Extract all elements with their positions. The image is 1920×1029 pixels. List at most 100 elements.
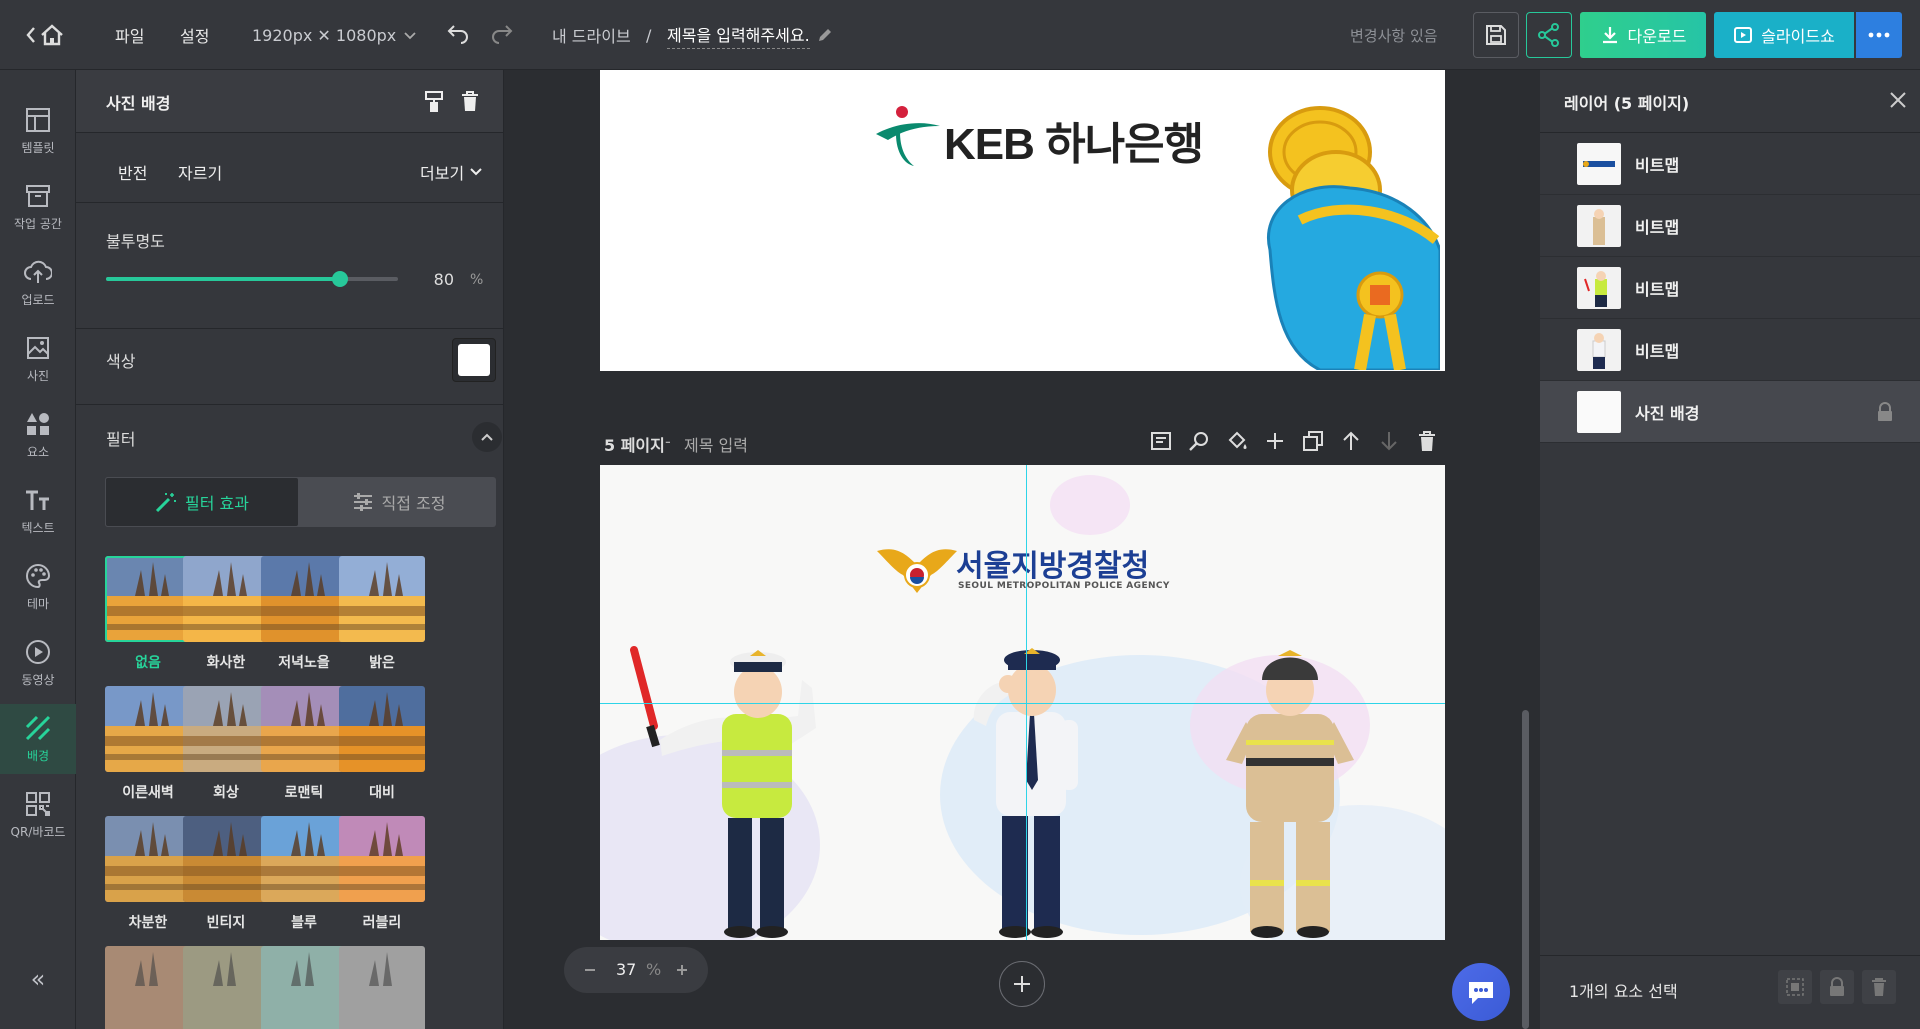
magic-tool-icon[interactable] bbox=[1188, 430, 1210, 452]
sidebar-item-text[interactable]: 텍스트 bbox=[0, 476, 76, 546]
play-icon bbox=[1734, 27, 1753, 43]
notes-icon[interactable] bbox=[1150, 430, 1172, 452]
lock-button[interactable] bbox=[1820, 970, 1854, 1004]
download-icon bbox=[1602, 27, 1617, 44]
share-icon bbox=[1538, 23, 1559, 47]
palette-icon bbox=[26, 563, 51, 588]
filter-option-thumbnail[interactable] bbox=[261, 686, 347, 772]
sidebar-item-qr[interactable]: QR/바코드 bbox=[0, 780, 76, 850]
filter-option-thumbnail[interactable] bbox=[183, 816, 269, 902]
layer-item-selected[interactable]: 사진 배경 bbox=[1540, 381, 1920, 443]
save-button[interactable] bbox=[1473, 12, 1519, 58]
sidebar-item-workspace[interactable]: 작업 공간 bbox=[0, 172, 76, 242]
lock-icon[interactable] bbox=[1876, 402, 1894, 422]
collapse-sidebar-button[interactable]: « bbox=[0, 965, 76, 993]
slideshow-button[interactable]: 슬라이드쇼 bbox=[1714, 12, 1854, 58]
redo-button[interactable] bbox=[490, 0, 514, 70]
move-up-icon[interactable] bbox=[1340, 430, 1362, 452]
more-options-button[interactable] bbox=[1856, 12, 1902, 58]
color-picker-button[interactable] bbox=[452, 338, 496, 382]
tab-filter-effect[interactable]: 필터 효과 bbox=[105, 477, 299, 527]
filter-option-thumbnail[interactable] bbox=[261, 556, 347, 642]
filter-option-thumbnail[interactable] bbox=[105, 946, 191, 1029]
undo-button[interactable] bbox=[446, 0, 470, 70]
filter-option-thumbnail[interactable] bbox=[105, 816, 191, 902]
chat-support-button[interactable] bbox=[1452, 963, 1510, 1021]
layer-item[interactable]: 비트맵 bbox=[1540, 257, 1920, 319]
paint-bucket-icon[interactable] bbox=[1226, 430, 1248, 452]
redo-icon bbox=[492, 25, 513, 44]
breadcrumb-drive[interactable]: 내 드라이브 bbox=[552, 0, 631, 70]
filter-option-thumbnail[interactable] bbox=[339, 946, 425, 1029]
duplicate-page-icon[interactable] bbox=[1302, 430, 1324, 452]
filter-option-thumbnail[interactable] bbox=[183, 556, 269, 642]
opacity-value[interactable]: 80 bbox=[416, 270, 454, 289]
layer-item[interactable]: 비트맵 bbox=[1540, 133, 1920, 195]
more-dots-icon bbox=[1868, 32, 1890, 38]
opacity-slider-thumb[interactable] bbox=[331, 271, 348, 287]
delete-layer-button[interactable] bbox=[1862, 970, 1896, 1004]
page-5-canvas[interactable]: 서울지방경찰청 SEOUL METROPOLITAN POLICE AGENCY bbox=[600, 465, 1445, 940]
sidebar-item-upload[interactable]: 업로드 bbox=[0, 248, 76, 318]
filter-option-thumbnail[interactable] bbox=[183, 946, 269, 1029]
page-size-select[interactable]: 1920px ✕ 1080px bbox=[252, 0, 418, 70]
delete-background-button[interactable] bbox=[460, 90, 480, 112]
crop-button[interactable]: 자르기 bbox=[178, 160, 222, 184]
sidebar-item-elements[interactable]: 요소 bbox=[0, 400, 76, 470]
traffic-officer-illustration bbox=[630, 646, 816, 938]
download-button[interactable]: 다운로드 bbox=[1580, 12, 1706, 58]
flip-button[interactable]: 반전 bbox=[118, 160, 147, 184]
home-button[interactable] bbox=[26, 0, 74, 70]
add-page-icon[interactable] bbox=[1264, 430, 1286, 452]
filter-option-thumbnail[interactable] bbox=[183, 686, 269, 772]
group-button[interactable] bbox=[1778, 970, 1812, 1004]
chat-bubble-icon bbox=[1469, 982, 1493, 1004]
settings-menu[interactable]: 설정 bbox=[180, 0, 209, 70]
page-4-canvas[interactable]: KEB 하나은행 bbox=[600, 70, 1445, 371]
sidebar-item-video[interactable]: 동영상 bbox=[0, 628, 76, 698]
download-label: 다운로드 bbox=[1627, 27, 1687, 46]
layer-thumbnail bbox=[1577, 391, 1621, 433]
zoom-out-button[interactable] bbox=[578, 958, 602, 982]
opacity-label: 불투명도 bbox=[106, 232, 165, 251]
zoom-in-button[interactable] bbox=[670, 958, 694, 982]
filter-option-thumbnail[interactable] bbox=[339, 556, 425, 642]
document-title[interactable]: 제목을 입력해주세요. bbox=[667, 0, 834, 70]
filter-collapse-button[interactable] bbox=[472, 422, 502, 452]
sidebar-label: 요소 bbox=[26, 444, 50, 459]
panel-title: 사진 배경 bbox=[106, 94, 171, 113]
layer-name: 비트맵 bbox=[1635, 217, 1680, 237]
layers-title: 레이어 (5 페이지) bbox=[1564, 94, 1690, 113]
layer-item[interactable]: 비트맵 bbox=[1540, 319, 1920, 381]
trash-icon bbox=[1872, 978, 1886, 996]
color-label: 색상 bbox=[106, 352, 136, 371]
delete-page-icon[interactable] bbox=[1416, 430, 1438, 452]
canvas-scrollbar[interactable] bbox=[1522, 710, 1529, 1029]
sidebar-label: 작업 공간 bbox=[14, 216, 62, 231]
background-settings-panel: 사진 배경 반전 자르기 더보기 불투명도 80 % 색상 필터 필터 효과 직… bbox=[76, 70, 504, 1029]
sidebar-item-background[interactable]: 배경 bbox=[0, 704, 76, 774]
more-button[interactable]: 더보기 bbox=[420, 160, 484, 184]
filter-option-thumbnail[interactable] bbox=[261, 816, 347, 902]
filter-option-thumbnail[interactable] bbox=[261, 946, 347, 1029]
sidebar-item-theme[interactable]: 테마 bbox=[0, 552, 76, 622]
file-menu[interactable]: 파일 bbox=[115, 0, 144, 70]
zoom-value[interactable]: 37 bbox=[616, 960, 636, 979]
opacity-slider-track[interactable] bbox=[106, 271, 398, 287]
sidebar-item-template[interactable]: 템플릿 bbox=[0, 96, 76, 166]
filter-option-thumbnail[interactable] bbox=[105, 556, 191, 642]
add-page-button[interactable] bbox=[999, 961, 1045, 1007]
tab-manual-adjust[interactable]: 직접 조정 bbox=[301, 477, 496, 527]
filter-option-thumbnail[interactable] bbox=[339, 686, 425, 772]
filter-option-thumbnail[interactable] bbox=[339, 816, 425, 902]
filter-option-thumbnail[interactable] bbox=[105, 686, 191, 772]
sidebar-item-photo[interactable]: 사진 bbox=[0, 324, 76, 394]
page-title-input[interactable]: 제목 입력 bbox=[684, 432, 748, 456]
layer-item[interactable]: 비트맵 bbox=[1540, 195, 1920, 257]
move-down-icon[interactable] bbox=[1378, 430, 1400, 452]
filter-option-label: 이른새벽 bbox=[122, 785, 174, 801]
paint-format-button[interactable] bbox=[423, 90, 445, 112]
document-title-text: 제목을 입력해주세요. bbox=[667, 22, 810, 49]
close-layers-button[interactable] bbox=[1888, 90, 1908, 110]
share-button[interactable] bbox=[1526, 12, 1572, 58]
